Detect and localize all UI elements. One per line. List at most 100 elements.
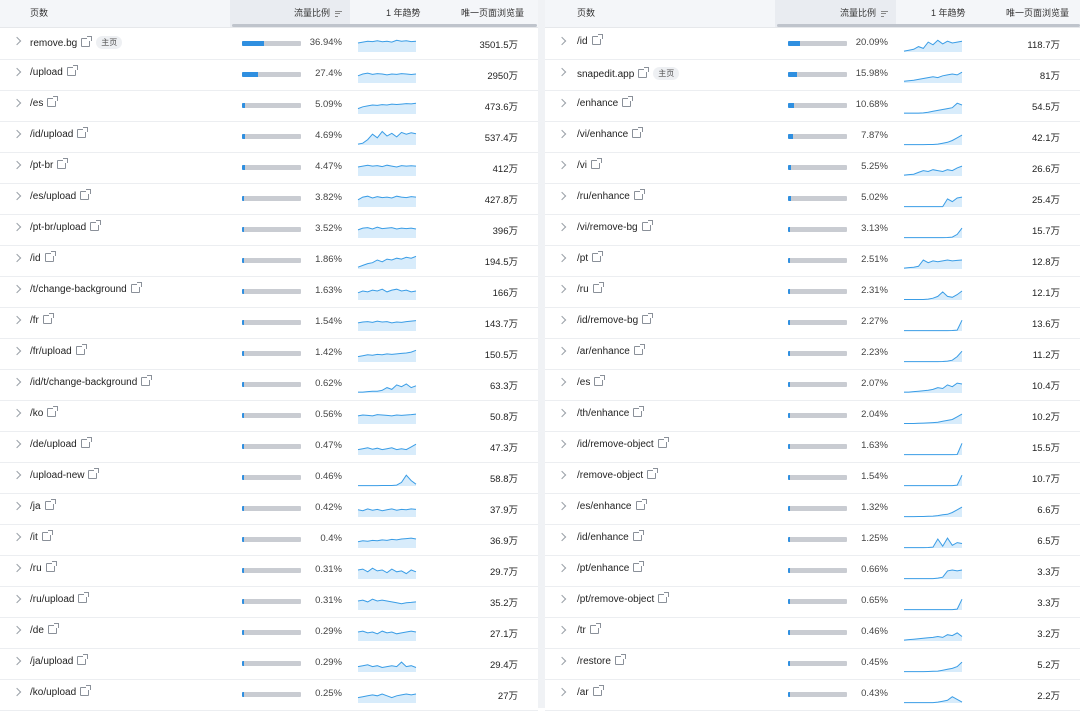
table-row[interactable]: /ru 0.31% 29.7万 bbox=[0, 555, 538, 587]
chevron-right-icon[interactable] bbox=[12, 594, 22, 604]
table-row[interactable]: /ja 0.42% 37.9万 bbox=[0, 493, 538, 525]
external-link-icon[interactable] bbox=[594, 375, 606, 386]
chevron-right-icon[interactable] bbox=[12, 284, 22, 294]
chevron-right-icon[interactable] bbox=[12, 439, 22, 449]
chevron-right-icon[interactable] bbox=[12, 253, 22, 263]
external-link-icon[interactable] bbox=[641, 220, 653, 231]
external-link-icon[interactable] bbox=[638, 67, 650, 78]
external-link-icon[interactable] bbox=[657, 437, 669, 448]
chevron-right-icon[interactable] bbox=[557, 191, 567, 201]
chevron-right-icon[interactable] bbox=[557, 36, 567, 46]
header-share-sort[interactable]: 流量比例 bbox=[775, 0, 896, 27]
external-link-icon[interactable] bbox=[635, 499, 647, 510]
chevron-right-icon[interactable] bbox=[557, 470, 567, 480]
table-row[interactable]: /ru/enhance 5.02% 25.4万 bbox=[545, 183, 1080, 215]
table-row[interactable]: snapedit.app 主页 15.98% 81万 bbox=[545, 59, 1080, 91]
table-row[interactable]: /fr 1.54% 143.7万 bbox=[0, 307, 538, 339]
table-row[interactable]: /vi 5.25% 26.6万 bbox=[545, 152, 1080, 184]
table-row[interactable]: /id/remove-object 1.63% 15.5万 bbox=[545, 431, 1080, 463]
page-path-text[interactable]: /ru/upload bbox=[30, 594, 74, 605]
chevron-right-icon[interactable] bbox=[12, 656, 22, 666]
external-link-icon[interactable] bbox=[75, 344, 87, 355]
chevron-right-icon[interactable] bbox=[557, 222, 567, 232]
table-row[interactable]: /it 0.4% 36.9万 bbox=[0, 524, 538, 556]
table-row[interactable]: /upload 27.4% 2950万 bbox=[0, 59, 538, 91]
chevron-right-icon[interactable] bbox=[557, 594, 567, 604]
page-path-text[interactable]: /pt-br/upload bbox=[30, 222, 86, 233]
page-path-text[interactable]: /id/enhance bbox=[577, 532, 629, 543]
page-path-text[interactable]: /es/upload bbox=[30, 191, 76, 202]
table-row[interactable]: /upload-new 0.46% 58.8万 bbox=[0, 462, 538, 494]
chevron-right-icon[interactable] bbox=[12, 315, 22, 325]
external-link-icon[interactable] bbox=[45, 561, 57, 572]
chevron-right-icon[interactable] bbox=[12, 222, 22, 232]
external-link-icon[interactable] bbox=[47, 96, 59, 107]
external-link-icon[interactable] bbox=[633, 561, 645, 572]
external-link-icon[interactable] bbox=[80, 437, 92, 448]
chevron-right-icon[interactable] bbox=[557, 687, 567, 697]
external-link-icon[interactable] bbox=[130, 282, 142, 293]
page-path-text[interactable]: /ru bbox=[577, 284, 589, 295]
table-row[interactable]: /id/t/change-background 0.62% 63.3万 bbox=[0, 369, 538, 401]
external-link-icon[interactable] bbox=[80, 189, 92, 200]
external-link-icon[interactable] bbox=[81, 36, 93, 47]
page-path-text[interactable]: /ar bbox=[577, 687, 589, 698]
chevron-right-icon[interactable] bbox=[557, 315, 567, 325]
chevron-right-icon[interactable] bbox=[557, 501, 567, 511]
external-link-icon[interactable] bbox=[591, 34, 603, 45]
page-path-text[interactable]: /ru/enhance bbox=[577, 191, 630, 202]
table-row[interactable]: /ja/upload 0.29% 29.4万 bbox=[0, 648, 538, 680]
external-link-icon[interactable] bbox=[589, 623, 601, 634]
external-link-icon[interactable] bbox=[658, 592, 670, 603]
table-row[interactable]: /remove-object 1.54% 10.7万 bbox=[545, 462, 1080, 494]
external-link-icon[interactable] bbox=[632, 530, 644, 541]
chevron-right-icon[interactable] bbox=[557, 67, 567, 77]
table-row[interactable]: /ar 0.43% 2.2万 bbox=[545, 679, 1080, 711]
table-row[interactable]: /ar/enhance 2.23% 11.2万 bbox=[545, 338, 1080, 370]
page-path-text[interactable]: /t/change-background bbox=[30, 284, 127, 295]
chevron-right-icon[interactable] bbox=[557, 532, 567, 542]
page-path-text[interactable]: /vi bbox=[577, 160, 587, 171]
table-row[interactable]: /id/upload 4.69% 537.4万 bbox=[0, 121, 538, 153]
chevron-right-icon[interactable] bbox=[12, 470, 22, 480]
table-row[interactable]: /pt-br/upload 3.52% 396万 bbox=[0, 214, 538, 246]
chevron-right-icon[interactable] bbox=[557, 98, 567, 108]
page-path-text[interactable]: /ko bbox=[30, 408, 43, 419]
page-path-text[interactable]: /restore bbox=[577, 656, 611, 667]
external-link-icon[interactable] bbox=[42, 313, 54, 324]
table-row[interactable]: /pt 2.51% 12.8万 bbox=[545, 245, 1080, 277]
external-link-icon[interactable] bbox=[632, 127, 644, 138]
table-row[interactable]: /id/enhance 1.25% 6.5万 bbox=[545, 524, 1080, 556]
chevron-right-icon[interactable] bbox=[557, 160, 567, 170]
table-row[interactable]: /enhance 10.68% 54.5万 bbox=[545, 90, 1080, 122]
page-path-text[interactable]: /ja bbox=[30, 501, 41, 512]
table-row[interactable]: /ru/upload 0.31% 35.2万 bbox=[0, 586, 538, 618]
page-path-text[interactable]: /enhance bbox=[577, 98, 618, 109]
page-path-text[interactable]: /de bbox=[30, 625, 44, 636]
page-path-text[interactable]: /vi/enhance bbox=[577, 129, 628, 140]
external-link-icon[interactable] bbox=[592, 251, 604, 262]
page-path-text[interactable]: /es bbox=[30, 98, 43, 109]
external-link-icon[interactable] bbox=[78, 592, 90, 603]
table-row[interactable]: /restore 0.45% 5.2万 bbox=[545, 648, 1080, 680]
table-row[interactable]: /pt/enhance 0.66% 3.3万 bbox=[545, 555, 1080, 587]
table-row[interactable]: /th/enhance 2.04% 10.2万 bbox=[545, 400, 1080, 432]
page-path-text[interactable]: /ja/upload bbox=[30, 656, 73, 667]
external-link-icon[interactable] bbox=[44, 499, 56, 510]
chevron-right-icon[interactable] bbox=[12, 501, 22, 511]
page-path-text[interactable]: remove.bg bbox=[30, 38, 77, 49]
table-row[interactable]: /de 0.29% 27.1万 bbox=[0, 617, 538, 649]
external-link-icon[interactable] bbox=[633, 406, 645, 417]
external-link-icon[interactable] bbox=[66, 65, 78, 76]
page-path-text[interactable]: /pt-br bbox=[30, 160, 53, 171]
chevron-right-icon[interactable] bbox=[12, 36, 22, 46]
table-row[interactable]: /pt-br 4.47% 412万 bbox=[0, 152, 538, 184]
chevron-right-icon[interactable] bbox=[557, 129, 567, 139]
page-path-text[interactable]: /tr bbox=[577, 625, 586, 636]
external-link-icon[interactable] bbox=[622, 96, 634, 107]
page-path-text[interactable]: snapedit.app bbox=[577, 69, 634, 80]
page-path-text[interactable]: /ru bbox=[30, 563, 42, 574]
chevron-right-icon[interactable] bbox=[12, 67, 22, 77]
page-path-text[interactable]: /id/t/change-background bbox=[30, 377, 137, 388]
chevron-right-icon[interactable] bbox=[12, 687, 22, 697]
